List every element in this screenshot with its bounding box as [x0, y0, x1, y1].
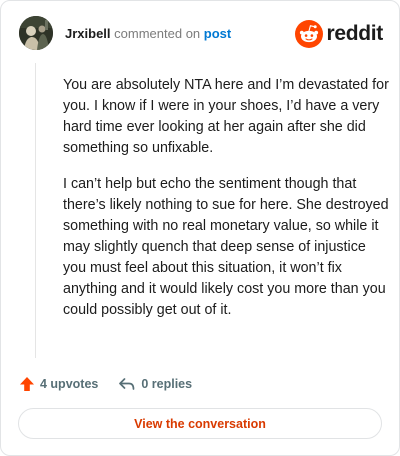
view-conversation-button[interactable]: View the conversation — [18, 408, 382, 439]
username-link[interactable]: Jrxibell — [65, 26, 111, 41]
reddit-snoo-icon — [295, 20, 324, 48]
user-avatar[interactable] — [19, 16, 53, 50]
upvote-arrow-icon — [20, 377, 34, 391]
upvote-button[interactable]: 4 upvotes — [19, 376, 98, 392]
comment-paragraph: I can’t help but echo the sentiment thou… — [63, 176, 389, 318]
reddit-wordmark: reddit — [326, 22, 383, 45]
comment-body: You are absolutely NTA here and I’m deva… — [63, 75, 389, 336]
post-link[interactable]: post — [204, 26, 231, 41]
reply-arrow-icon — [119, 378, 135, 390]
upvote-count: 4 upvotes — [40, 377, 99, 391]
comment-paragraph: You are absolutely NTA here and I’m deva… — [63, 77, 389, 156]
avatar-image — [19, 16, 53, 50]
byline-action-text: commented on — [114, 26, 201, 41]
comment-header: Jrxibell commented on post reddit — [19, 16, 383, 50]
comment-byline: Jrxibell commented on post — [65, 26, 231, 42]
thread-line — [35, 63, 36, 358]
replies-count: 0 replies — [141, 377, 193, 391]
reddit-logo[interactable]: reddit — [295, 19, 383, 49]
comment-actions: 4 upvotes 0 replies — [19, 374, 192, 394]
comment-embed-card: Jrxibell commented on post reddit You ar… — [0, 0, 400, 456]
replies-button[interactable]: 0 replies — [118, 376, 192, 392]
